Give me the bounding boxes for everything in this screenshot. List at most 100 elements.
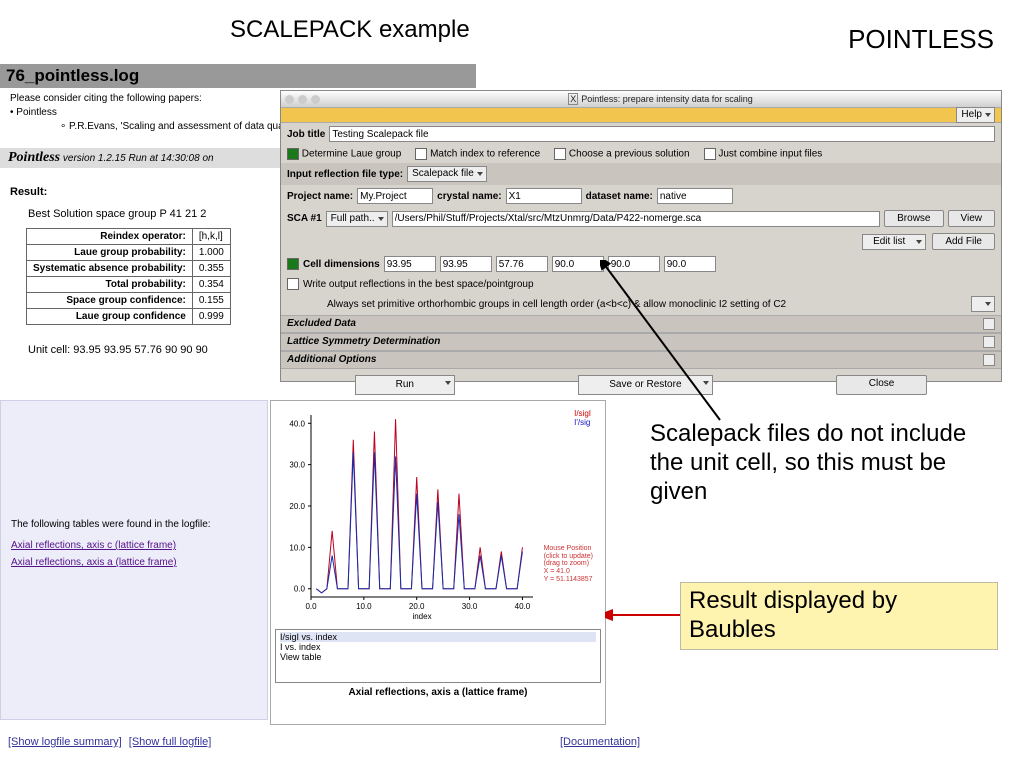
zoom-icon[interactable]	[311, 95, 320, 104]
chart-area[interactable]: 0.010.020.030.040.00.010.020.030.040.0in…	[275, 405, 601, 625]
section-additional[interactable]: Additional Options	[281, 351, 1001, 369]
match-index-label: Match index to reference	[430, 149, 540, 160]
mouse-position: Mouse Position (click to update) (drag t…	[544, 545, 593, 583]
save-button[interactable]: Save or Restore	[578, 375, 712, 395]
project-input[interactable]	[357, 188, 433, 204]
table-row: Space group confidence:	[27, 293, 193, 309]
prev-solution-check[interactable]	[554, 148, 566, 160]
primortho-select[interactable]	[971, 296, 995, 312]
pointless-sub: version 1.2.15 Run at 14:30:08 on	[63, 153, 214, 164]
writeout-check[interactable]	[287, 278, 299, 290]
section-lattice[interactable]: Lattice Symmetry Determination	[281, 333, 1001, 351]
svg-text:index: index	[412, 612, 431, 621]
combine-files-label: Just combine input files	[718, 149, 822, 160]
mouse-line: (click to update)	[544, 553, 593, 561]
log-filename-bar: 76_pointless.log	[0, 64, 476, 88]
doc-link: [Documentation]	[560, 736, 640, 748]
bottom-links: [Show logfile summary] [Show full logfil…	[8, 736, 215, 748]
project-label: Project name:	[287, 191, 353, 202]
cell-gamma-input[interactable]	[664, 256, 716, 272]
celldim-check[interactable]	[287, 258, 299, 270]
svg-text:30.0: 30.0	[462, 602, 478, 611]
documentation-link[interactable]: [Documentation]	[560, 736, 640, 748]
sca-label: SCA #1	[287, 213, 322, 224]
mode-row: Determine Laue group Match index to refe…	[281, 145, 1001, 163]
dialog-title: XPointless: prepare intensity data for s…	[568, 94, 753, 104]
cell-beta-input[interactable]	[608, 256, 660, 272]
svg-text:10.0: 10.0	[356, 602, 372, 611]
addfile-button[interactable]: Add File	[932, 233, 995, 250]
show-summary-link[interactable]: [Show logfile summary]	[8, 736, 122, 748]
mouse-line: Y = 51.1143857	[544, 576, 593, 584]
primortho-label: Always set primitive orthorhombic groups…	[287, 299, 786, 310]
job-title-row: Job title	[281, 123, 1001, 145]
celldim-label: Cell dimensions	[303, 259, 380, 270]
collapse-icon[interactable]	[983, 354, 995, 366]
show-full-link[interactable]: [Show full logfile]	[129, 736, 212, 748]
chart-legend: I/sigI I'/sig	[574, 409, 591, 427]
result-label: Result:	[10, 186, 47, 198]
run-button[interactable]: Run	[355, 375, 455, 395]
match-index-check[interactable]	[415, 148, 427, 160]
table-cell: 1.000	[192, 245, 230, 261]
view-button[interactable]: View	[948, 210, 996, 227]
best-solution: Best Solution space group P 41 21 2	[28, 208, 206, 220]
section-excluded[interactable]: Excluded Data	[281, 315, 1001, 333]
dialog-titlebar[interactable]: XPointless: prepare intensity data for s…	[281, 91, 1001, 107]
annotation-result: Result displayed by Baubles	[680, 582, 998, 650]
table-cell: [h,k,l]	[192, 229, 230, 245]
primortho-row: Always set primitive orthorhombic groups…	[281, 293, 1001, 315]
writeout-label: Write output reflections in the best spa…	[303, 279, 534, 290]
job-title-input[interactable]	[329, 126, 995, 142]
names-row: Project name: crystal name: dataset name…	[281, 185, 1001, 207]
job-title-label: Job title	[287, 129, 325, 140]
filetype-row: Input reflection file type: Scalepack fi…	[281, 163, 1001, 185]
filetype-select[interactable]: Scalepack file	[407, 166, 487, 182]
svg-text:20.0: 20.0	[409, 602, 425, 611]
svg-text:30.0: 30.0	[289, 461, 305, 470]
section-label: Additional Options	[287, 354, 376, 366]
baubles-link[interactable]: Axial reflections, axis a (lattice frame…	[11, 557, 257, 568]
list-item[interactable]: I/sigI vs. index	[280, 632, 596, 642]
chart-panel: 0.010.020.030.040.00.010.020.030.040.0in…	[270, 400, 606, 725]
fullpath-select[interactable]: Full path..	[326, 211, 388, 227]
browse-button[interactable]: Browse	[884, 210, 943, 227]
filetype-label: Input reflection file type:	[287, 169, 403, 180]
baubles-link[interactable]: Axial reflections, axis c (lattice frame…	[11, 540, 257, 551]
list-item[interactable]: I vs. index	[280, 642, 596, 652]
mouse-line: X = 41.0	[544, 568, 593, 576]
legend-item: I/sigI	[574, 409, 591, 418]
cell-dim-row: Cell dimensions	[281, 253, 1001, 275]
list-item[interactable]: View table	[280, 652, 596, 662]
determine-laue-label: Determine Laue group	[302, 149, 402, 160]
chart-svg: 0.010.020.030.040.00.010.020.030.040.0in…	[275, 405, 603, 625]
svg-text:0.0: 0.0	[305, 602, 317, 611]
sca-path-input[interactable]	[392, 211, 881, 227]
help-menu[interactable]: Help	[956, 107, 995, 123]
cell-a-input[interactable]	[384, 256, 436, 272]
cell-c-input[interactable]	[496, 256, 548, 272]
close-button[interactable]: Close	[836, 375, 928, 395]
combine-files-check[interactable]	[704, 148, 716, 160]
annotation-unit-cell: Scalepack files do not include the unit …	[650, 420, 980, 506]
chart-listbox[interactable]: I/sigI vs. index I vs. index View table	[275, 629, 601, 683]
determine-laue-check[interactable]	[287, 148, 299, 160]
collapse-icon[interactable]	[983, 336, 995, 348]
table-cell: 0.999	[192, 309, 230, 325]
dataset-input[interactable]	[657, 188, 733, 204]
table-row: Total probability:	[27, 277, 193, 293]
crystal-input[interactable]	[506, 188, 582, 204]
minimize-icon[interactable]	[298, 95, 307, 104]
log-ref-name: Pointless	[16, 107, 57, 118]
dialog-buttons: Run Save or Restore Close	[281, 369, 1001, 401]
cell-b-input[interactable]	[440, 256, 492, 272]
page-title-right: POINTLESS	[848, 24, 994, 55]
close-icon[interactable]	[285, 95, 294, 104]
collapse-icon[interactable]	[983, 318, 995, 330]
arrow-icon	[605, 605, 685, 625]
table-row: Laue group confidence	[27, 309, 193, 325]
svg-text:0.0: 0.0	[294, 585, 306, 594]
editlist-button[interactable]: Edit list	[862, 234, 926, 250]
writeout-row: Write output reflections in the best spa…	[281, 275, 1001, 293]
cell-alpha-input[interactable]	[552, 256, 604, 272]
